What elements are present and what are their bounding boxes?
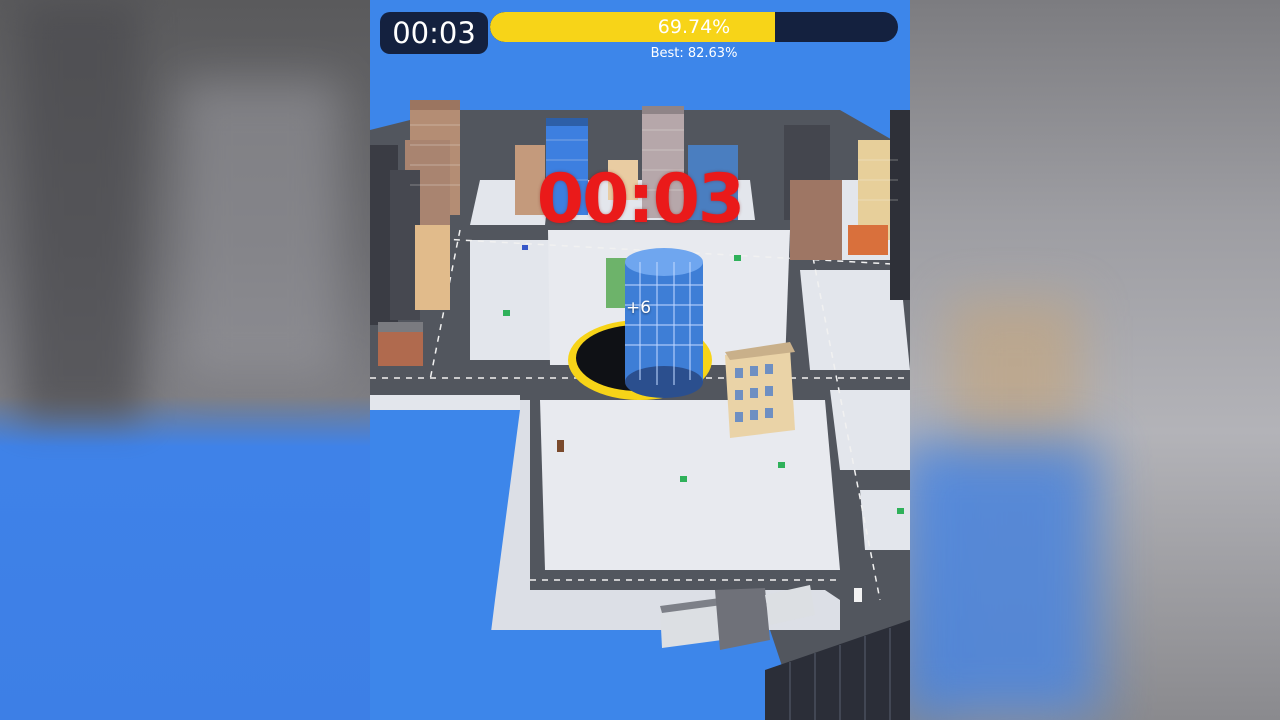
city-scene	[370, 0, 910, 720]
hud-timer: 00:03	[380, 12, 488, 54]
progress-bar: 69.74%	[490, 12, 898, 42]
best-score: Best: 82.63%	[650, 46, 738, 61]
plaza-block	[540, 400, 840, 570]
game-viewport[interactable]: 00:03 69.74% Best: 82.63% 00:03 +6	[370, 0, 910, 720]
size-bonus-popup: +6	[626, 298, 652, 318]
progress-percent: 69.74%	[657, 16, 731, 38]
countdown-timer: 00:03	[536, 160, 745, 239]
beige-building	[725, 342, 795, 438]
car	[557, 440, 564, 452]
blurred-background-left	[0, 0, 370, 720]
blue-cylinder-tower	[625, 248, 703, 398]
car	[854, 588, 862, 602]
car	[522, 245, 528, 250]
blurred-background-right	[910, 0, 1280, 720]
hud-timer-text: 00:03	[392, 16, 476, 50]
